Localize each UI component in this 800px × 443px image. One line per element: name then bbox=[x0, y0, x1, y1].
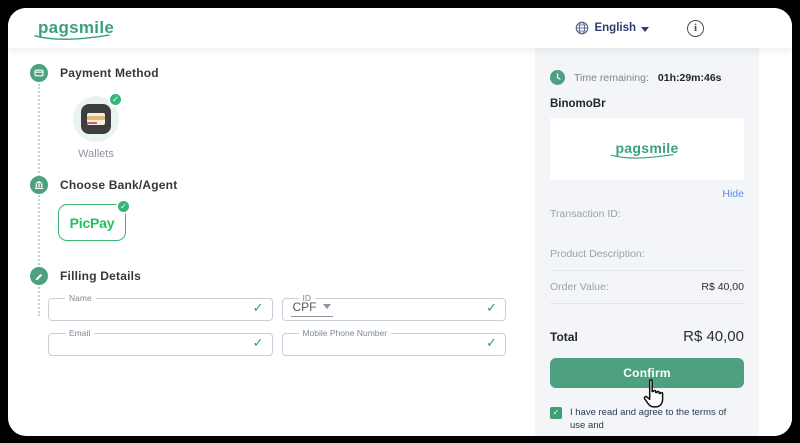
chevron-down-icon bbox=[641, 27, 649, 32]
order-value-row: Order Value: R$ 40,00 bbox=[550, 271, 744, 303]
wallet-option-label: Wallets bbox=[65, 148, 127, 160]
time-remaining-row: Time remaining: 01h:29m:46s bbox=[550, 70, 744, 85]
confirm-area: Confirm bbox=[550, 358, 744, 388]
main-content: Payment Method ✓ Wallets bbox=[8, 48, 792, 436]
valid-check-icon: ✓ bbox=[486, 300, 497, 316]
logo-swoosh-icon bbox=[609, 151, 675, 163]
bank-icon bbox=[34, 180, 44, 190]
valid-check-icon: ✓ bbox=[253, 335, 264, 351]
info-icon[interactable]: i bbox=[687, 20, 704, 37]
email-input[interactable] bbox=[57, 337, 247, 349]
valid-check-icon: ✓ bbox=[486, 335, 497, 351]
language-label: English bbox=[594, 22, 636, 34]
total-label: Total bbox=[550, 330, 578, 344]
choose-bank-step-icon bbox=[30, 176, 48, 194]
step-title-payment-method: Payment Method bbox=[60, 66, 159, 80]
product-description-label: Product Description: bbox=[550, 248, 744, 260]
time-remaining-value: 01h:29m:46s bbox=[658, 72, 722, 84]
terms-checkbox[interactable]: ✓ bbox=[550, 407, 562, 419]
merchant-pagsmile-logo: pagsmile bbox=[615, 141, 678, 157]
divider bbox=[550, 303, 744, 304]
step-filling-details: Filling Details bbox=[30, 267, 535, 285]
header: pagsmile English i bbox=[8, 8, 792, 48]
step-title-filling-details: Filling Details bbox=[60, 269, 141, 283]
hide-link[interactable]: Hide bbox=[550, 188, 744, 200]
right-margin bbox=[759, 48, 792, 436]
step-choose-bank: Choose Bank/Agent bbox=[30, 176, 535, 194]
wallet-icon bbox=[81, 104, 111, 134]
pencil-icon bbox=[35, 272, 44, 281]
merchant-logo-box: pagsmile bbox=[550, 118, 744, 180]
total-value: R$ 40,00 bbox=[683, 328, 744, 345]
language-selector[interactable]: English bbox=[575, 21, 649, 35]
header-actions: English i bbox=[575, 20, 704, 37]
total-row: Total R$ 40,00 bbox=[550, 328, 744, 345]
mobile-phone-input[interactable] bbox=[291, 337, 481, 349]
cursor-hand-icon bbox=[639, 378, 669, 410]
picpay-bank-button[interactable]: PicPay ✓ bbox=[58, 204, 126, 241]
details-form: Name ✓ ID CPF ✓ bbox=[48, 294, 506, 356]
merchant-name: BinomoBr bbox=[550, 98, 744, 110]
globe-icon bbox=[575, 21, 589, 35]
id-type-select[interactable]: CPF bbox=[291, 300, 333, 317]
mobile-phone-field: Mobile Phone Number ✓ bbox=[282, 329, 507, 356]
id-field: ID CPF ✓ bbox=[282, 294, 507, 321]
logo-swoosh-icon bbox=[32, 32, 112, 44]
selected-check-icon: ✓ bbox=[116, 199, 131, 214]
wallets-method-button[interactable]: ✓ bbox=[73, 96, 119, 142]
dropdown-arrow-icon bbox=[323, 304, 331, 309]
order-summary-panel: Time remaining: 01h:29m:46s BinomoBr pag… bbox=[535, 48, 759, 436]
name-field: Name ✓ bbox=[48, 294, 273, 321]
picpay-logo: PicPay bbox=[70, 215, 115, 231]
selected-check-icon: ✓ bbox=[108, 92, 123, 107]
steps-column: Payment Method ✓ Wallets bbox=[8, 48, 535, 436]
step-payment-method: Payment Method bbox=[30, 64, 535, 82]
id-type-value: CPF bbox=[293, 300, 317, 314]
order-value-label: Order Value: bbox=[550, 281, 609, 293]
filling-details-step-icon bbox=[30, 267, 48, 285]
time-remaining-label: Time remaining: bbox=[574, 72, 649, 84]
pagsmile-logo: pagsmile bbox=[38, 19, 114, 37]
email-field: Email ✓ bbox=[48, 329, 273, 356]
checkout-page: pagsmile English i bbox=[8, 8, 792, 436]
payment-method-step-icon bbox=[30, 64, 48, 82]
clock-icon bbox=[550, 70, 565, 85]
wallet-card-graphic bbox=[87, 113, 105, 125]
valid-check-icon: ✓ bbox=[253, 300, 264, 316]
order-value: R$ 40,00 bbox=[701, 281, 744, 293]
wallet-option: ✓ Wallets bbox=[65, 96, 127, 160]
card-icon bbox=[34, 68, 44, 78]
name-input[interactable] bbox=[57, 302, 247, 314]
transaction-id-label: Transaction ID: bbox=[550, 208, 744, 248]
step-title-choose-bank: Choose Bank/Agent bbox=[60, 178, 177, 192]
